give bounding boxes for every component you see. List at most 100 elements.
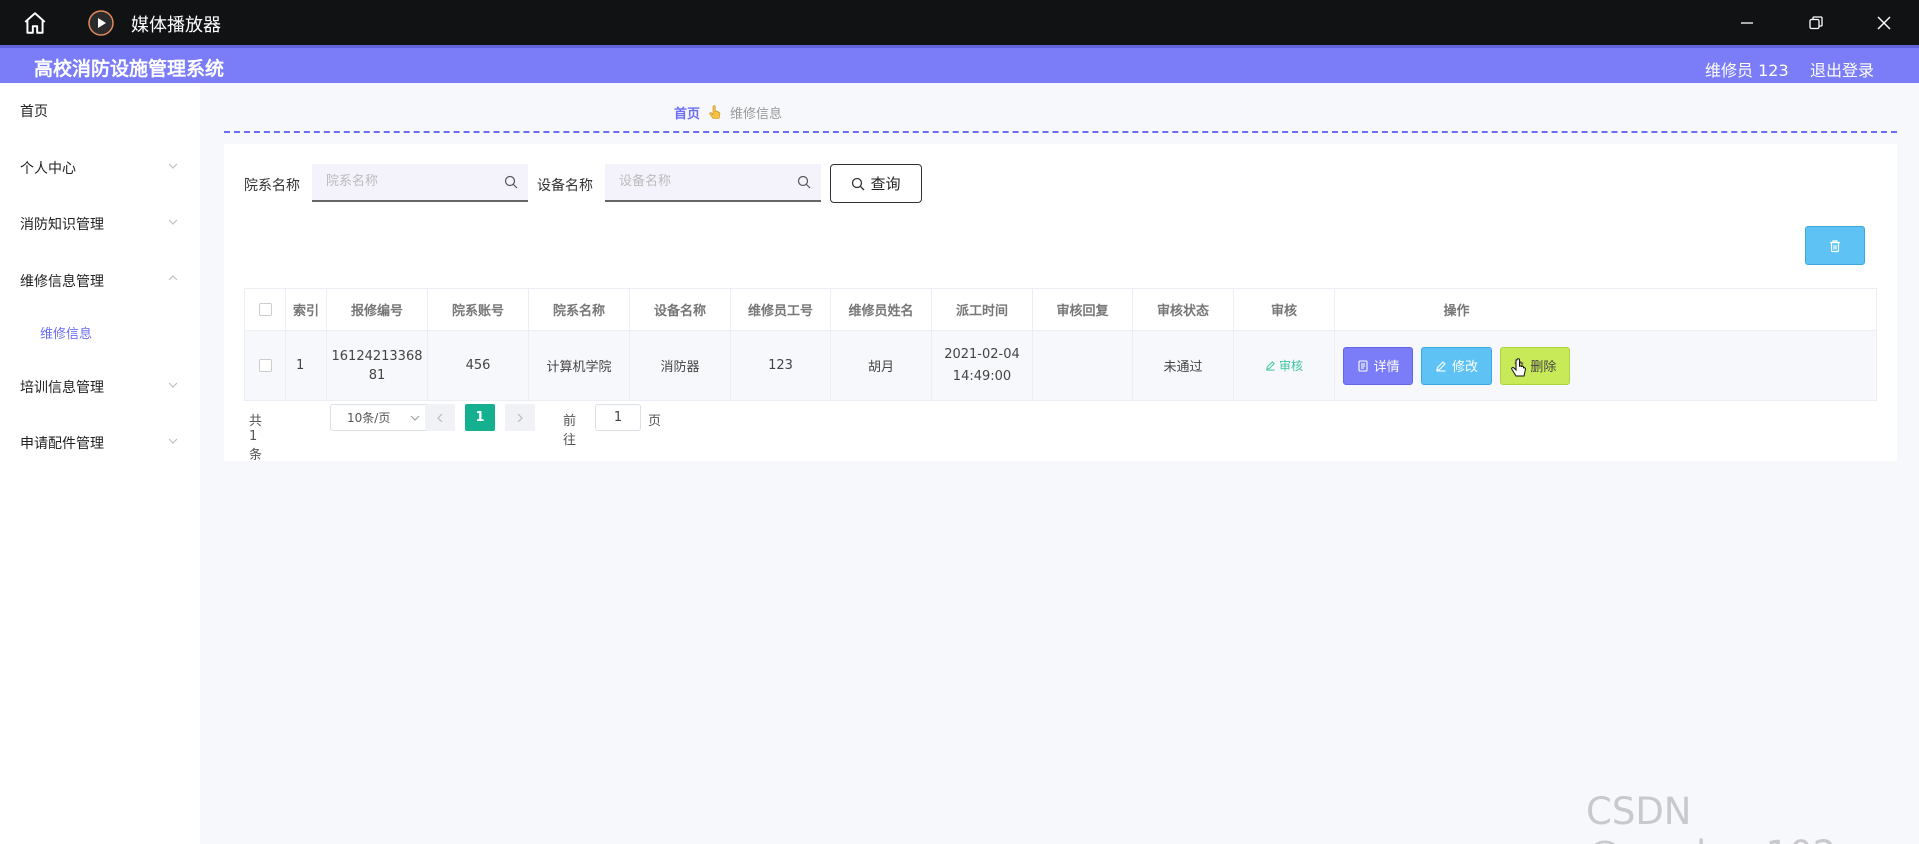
watermark: CSDN @wuzhou102 [1586,790,1836,844]
sidebar-item-training[interactable]: 培训信息管理 [20,377,104,397]
window-title: 媒体播放器 [131,15,221,36]
goto-suffix: 页 [648,414,662,429]
cell-audit-reply [1033,331,1133,400]
chevron-down-icon [410,415,420,421]
table-header: 索引 报修编号 院系账号 院系名称 设备名称 维修员工号 维修员姓名 派工时间 … [245,289,1876,331]
audit-link-label: 审核 [1278,359,1303,373]
cell-audit-status: 未通过 [1133,331,1234,400]
header-audit-status: 审核状态 [1133,289,1234,330]
header-device: 设备名称 [630,289,731,330]
table-row: 1 1612421336881 456 计算机学院 消防器 123 胡月 202… [245,331,1876,400]
cell-worker-name: 胡月 [831,331,932,400]
restore-button[interactable] [1801,8,1831,38]
chevron-left-icon [437,413,443,422]
cell-dept-name: 计算机学院 [529,331,630,400]
select-all-checkbox[interactable] [258,303,272,316]
header-select-all-cell [245,289,286,330]
cell-dispatch-time: 2021-02-04 14:49:00 [932,331,1033,400]
header-dispatch-time: 派工时间 [932,289,1033,330]
breadcrumb: 首页 维修信息 [674,103,782,122]
sidebar-item-fire-knowledge[interactable]: 消防知识管理 [20,214,104,234]
chevron-down-icon [168,219,178,225]
row-checkbox[interactable] [258,359,272,372]
search-icon [504,175,518,189]
logout-link[interactable]: 退出登录 [1810,57,1874,81]
breadcrumb-divider [224,131,1897,133]
next-page-button[interactable] [505,404,535,431]
query-button[interactable]: 查询 [830,164,922,203]
media-player-icon [88,10,114,36]
goto-page-input[interactable]: 1 [595,404,641,431]
repair-table: 索引 报修编号 院系账号 院系名称 设备名称 维修员工号 维修员姓名 派工时间 … [244,288,1877,401]
batch-delete-button[interactable] [1805,226,1865,265]
pagination-total: 共 1 条 [249,414,263,463]
edit-icon [1436,360,1446,372]
detail-button-label: 详情 [1373,360,1400,375]
cell-audit: 审核 [1234,331,1335,400]
hand-pointer-icon [709,104,721,119]
chevron-down-icon [168,438,178,444]
breadcrumb-home[interactable]: 首页 [674,103,700,122]
current-user: 维修员 123 [1705,61,1789,80]
hand-cursor-icon [1511,358,1527,377]
edit-icon [1266,361,1275,371]
header-index: 索引 [286,289,327,330]
header-actions: 操作 [1443,304,1470,319]
dept-name-search [312,164,528,202]
cell-index: 1 [286,331,327,400]
dept-name-label: 院系名称 [244,178,300,194]
query-button-label: 查询 [870,175,901,193]
cell-device: 消防器 [630,331,731,400]
document-icon [1358,359,1368,372]
prev-page-button[interactable] [425,404,455,431]
sidebar: 首页 个人中心 消防知识管理 维修信息管理 维修信息 培训信息管理 申请配件管理 [0,83,200,844]
chevron-down-icon [168,382,178,388]
close-icon [1877,16,1891,30]
header-audit: 审核 [1234,289,1335,330]
delete-button-label: 删除 [1530,360,1557,375]
sidebar-item-home[interactable]: 首页 [20,101,48,121]
breadcrumb-current: 维修信息 [730,107,783,122]
header-report-no: 报修编号 [327,289,428,330]
device-name-input[interactable] [605,164,785,198]
cell-dept-account: 456 [428,331,529,400]
edit-button-label: 修改 [1451,360,1478,375]
sidebar-item-repair[interactable]: 维修信息管理 [20,271,104,291]
content-card: 院系名称 设备名称 查询 索引 报修编号 院系账号 院系名称 设备名称 维修员工… [224,144,1897,463]
trash-icon [1830,239,1840,252]
header-audit-reply: 审核回复 [1033,289,1133,330]
header-worker-name: 维修员姓名 [831,289,932,330]
search-icon [797,175,811,189]
window-titlebar: 媒体播放器 [0,0,1919,45]
close-button[interactable] [1869,8,1899,38]
page-number-current[interactable]: 1 [465,404,495,431]
page-size-select[interactable]: 10条/页 [330,404,429,431]
home-icon[interactable] [22,10,48,36]
chevron-down-icon [168,163,178,169]
detail-button[interactable]: 详情 [1343,346,1414,385]
row-select-cell [245,331,286,400]
audit-link[interactable]: 审核 [1265,357,1303,374]
page-size-value: 10条/页 [347,411,391,425]
sidebar-subitem-repair-info[interactable]: 维修信息 [40,323,92,342]
sidebar-item-parts[interactable]: 申请配件管理 [20,433,104,453]
device-name-label: 设备名称 [537,178,593,194]
cell-actions: 详情 修改 删除 [1335,331,1578,400]
dept-name-input[interactable] [312,164,492,198]
chevron-up-icon [168,275,178,281]
system-title: 高校消防设施管理系统 [34,58,225,80]
header-worker-id: 维修员工号 [731,289,831,330]
header-dept-account: 院系账号 [428,289,529,330]
edit-button[interactable]: 修改 [1421,346,1492,385]
app-header: 高校消防设施管理系统 维修员 123 退出登录 [0,45,1919,83]
minimize-button[interactable] [1732,8,1762,38]
search-icon [852,177,865,190]
device-name-search [605,164,821,202]
goto-prefix: 前往 [563,414,577,448]
restore-icon [1809,16,1823,30]
chevron-right-icon [517,413,523,422]
sidebar-item-profile[interactable]: 个人中心 [20,158,76,178]
cell-worker-id: 123 [731,331,831,400]
minimize-icon [1741,22,1753,24]
header-dept-name: 院系名称 [529,289,630,330]
